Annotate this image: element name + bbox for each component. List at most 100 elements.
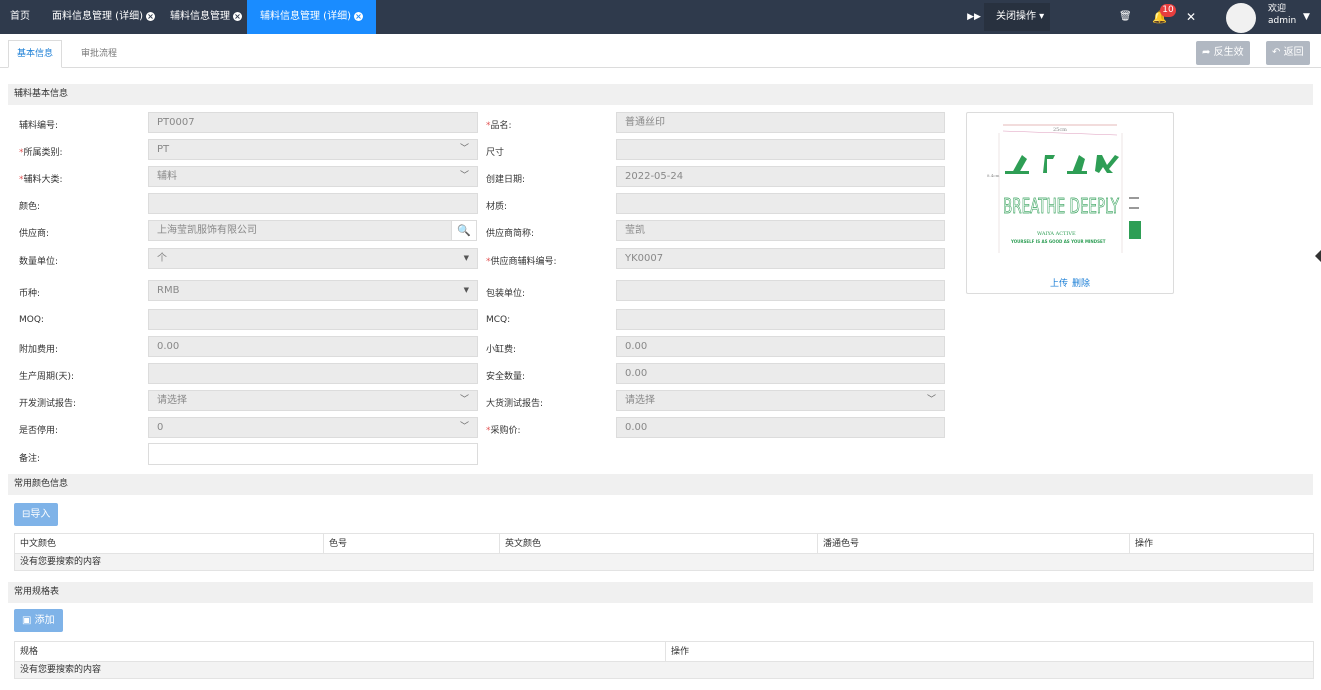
- supplier-part-no-field[interactable]: YK0007: [616, 248, 945, 269]
- col-pantone[interactable]: 潘通色号: [817, 534, 1129, 554]
- close-tab-icon[interactable]: ×: [353, 11, 363, 21]
- welcome-text: 欢迎: [1268, 4, 1287, 14]
- major-class-select[interactable]: 辅料 ﹀: [148, 166, 478, 187]
- lead-time-field[interactable]: [148, 363, 478, 384]
- label-color: 颜色:: [19, 202, 41, 212]
- currency-select[interactable]: RMB ▼: [148, 280, 478, 301]
- select-value: 0: [157, 422, 164, 433]
- artwork-tagline: YOURSELF IS AS GOOD AS YOUR MINDSET: [1010, 239, 1106, 244]
- disabled-select[interactable]: 0 ﹀: [148, 417, 478, 438]
- col-en-color[interactable]: 英文颜色: [499, 534, 817, 554]
- top-navbar: 首页 面料信息管理 (详细) × 辅料信息管理 × 辅料信息管理 (详细) × ▶▶ …: [0, 0, 1321, 34]
- label-accessory-no: 辅料编号:: [19, 121, 59, 131]
- col-ops[interactable]: 操作: [1129, 534, 1313, 554]
- image-actions: 上传 删除: [967, 276, 1173, 289]
- label-disabled: 是否停用:: [19, 426, 59, 436]
- supplier-short-field[interactable]: 莹凯: [616, 220, 945, 241]
- col-ops[interactable]: 操作: [665, 642, 1313, 662]
- avatar[interactable]: [1226, 3, 1256, 33]
- search-icon[interactable]: 🔍: [451, 220, 477, 241]
- label-supplier: 供应商:: [19, 229, 50, 239]
- safety-qty-field[interactable]: 0.00: [616, 363, 945, 384]
- label-purchase-price: *采购价:: [486, 426, 521, 436]
- tab-home[interactable]: 首页: [10, 0, 30, 34]
- accessory-no-field[interactable]: PT0007: [148, 112, 478, 133]
- col-spec[interactable]: 规格: [15, 642, 665, 662]
- dev-test-report-select[interactable]: 请选择 ﹀: [148, 390, 478, 411]
- product-image-card: 25cm 8.4cm BREATHE DEEPLY WAIYA ACTIVE Y…: [966, 112, 1174, 294]
- label-moq: MOQ:: [19, 315, 44, 325]
- size-field[interactable]: [616, 139, 945, 160]
- tab-fabric-detail[interactable]: 面料信息管理 (详细) ×: [52, 0, 155, 34]
- chevron-down-icon[interactable]: ▼: [1303, 0, 1310, 34]
- col-color-no[interactable]: 色号: [323, 534, 499, 554]
- label-qty-unit: 数量单位:: [19, 257, 59, 267]
- label-text: 供应商辅料编号:: [490, 257, 557, 267]
- close-tab-icon[interactable]: ×: [233, 11, 242, 21]
- tab-label: 辅料信息管理: [170, 11, 230, 22]
- section-header-colors: 常用颜色信息: [8, 474, 1313, 495]
- label-extra-fee: 附加费用:: [19, 345, 59, 355]
- product-name-field[interactable]: 普通丝印: [616, 112, 945, 133]
- fullscreen-icon[interactable]: ✕: [1186, 0, 1196, 34]
- remark-textarea[interactable]: [148, 443, 478, 465]
- label-lead-time: 生产周期(天):: [19, 372, 75, 382]
- upload-link[interactable]: 上传: [1050, 279, 1068, 289]
- add-spec-button[interactable]: ▣ 添加: [14, 609, 63, 632]
- svg-text:25cm: 25cm: [1053, 127, 1067, 133]
- col-cn-color[interactable]: 中文颜色: [15, 534, 323, 554]
- label-small-cylinder-fee: 小缸费:: [486, 345, 517, 355]
- caret-down-icon: ▼: [463, 254, 469, 262]
- artwork-brand: WAIYA ACTIVE: [1037, 231, 1076, 237]
- share-icon: ➦: [1202, 47, 1211, 58]
- mcq-field[interactable]: [616, 309, 945, 330]
- select-value: 个: [157, 253, 167, 264]
- pack-unit-field[interactable]: [616, 280, 945, 301]
- tab-accessory[interactable]: 辅料信息管理 ×: [170, 0, 242, 34]
- delete-link[interactable]: 删除: [1072, 279, 1090, 289]
- unapprove-button[interactable]: ➦ 反生效: [1196, 41, 1250, 65]
- label-dev-test-report: 开发测试报告:: [19, 399, 77, 409]
- created-date-field[interactable]: 2022-05-24: [616, 166, 945, 187]
- supplier-field[interactable]: 上海莹凯服饰有限公司: [148, 220, 452, 241]
- caret-down-icon: ▼: [463, 286, 469, 294]
- notification-badge: 10: [1160, 4, 1176, 17]
- tab-basic-info[interactable]: 基本信息: [8, 40, 63, 68]
- label-category: *所属类别:: [19, 148, 63, 158]
- label-supplier-short: 供应商简称:: [486, 229, 535, 239]
- section-header-specs: 常用规格表: [8, 582, 1313, 603]
- svg-text:8.4cm: 8.4cm: [987, 173, 1000, 178]
- scroll-tabs-right-icon[interactable]: ▶▶: [966, 0, 982, 34]
- category-select[interactable]: PT ﹀: [148, 139, 478, 160]
- tab-label: 面料信息管理 (详细): [52, 11, 143, 22]
- select-value: PT: [157, 144, 170, 155]
- close-operations-dropdown[interactable]: 关闭操作 ▾: [984, 3, 1050, 31]
- colors-table-header: 中文颜色 色号 英文颜色 潘通色号 操作: [15, 534, 1313, 554]
- qty-unit-select[interactable]: 个 ▼: [148, 248, 478, 269]
- chevron-down-icon: ﹀: [459, 171, 469, 181]
- empty-message: 没有您要搜索的内容: [15, 662, 1313, 678]
- tab-label: 首页: [10, 11, 30, 22]
- close-tab-icon[interactable]: ×: [145, 11, 155, 21]
- tab-approval-flow[interactable]: 审批流程: [72, 40, 126, 68]
- import-button[interactable]: ⊟导入: [14, 503, 59, 526]
- color-field[interactable]: [148, 193, 478, 214]
- tab-accessory-detail[interactable]: 辅料信息管理 (详细) ×: [247, 0, 376, 34]
- moq-field[interactable]: [148, 309, 478, 330]
- unapprove-label: 反生效: [1213, 47, 1244, 58]
- label-product-name: *品名:: [486, 121, 512, 131]
- save-icon: ▣: [22, 615, 32, 626]
- chevron-left-icon[interactable]: [1315, 250, 1321, 262]
- label-pack-unit: 包装单位:: [486, 289, 526, 299]
- extra-fee-field[interactable]: 0.00: [148, 336, 478, 357]
- small-cylinder-fee-field[interactable]: 0.00: [616, 336, 945, 357]
- purchase-price-field[interactable]: 0.00: [616, 417, 945, 438]
- user-greeting[interactable]: 欢迎 admin: [1268, 3, 1296, 27]
- add-label: 添加: [34, 615, 55, 626]
- bulk-test-report-select[interactable]: 请选择 ﹀: [616, 390, 945, 411]
- back-button[interactable]: ↶ 返回: [1266, 41, 1310, 65]
- material-field[interactable]: [616, 193, 945, 214]
- detail-tabs: 基本信息 审批流程: [0, 35, 1321, 68]
- trash-icon[interactable]: 🗑: [1119, 0, 1132, 34]
- label-major-class: *辅料大类:: [19, 175, 63, 185]
